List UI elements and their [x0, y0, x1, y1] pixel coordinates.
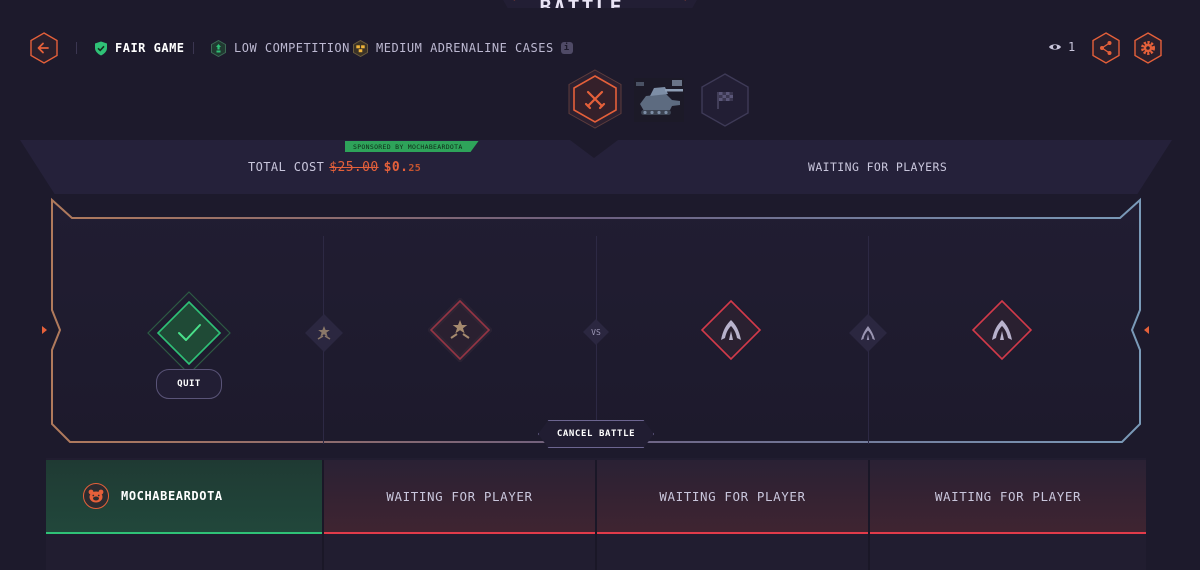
competition-tag[interactable]: LOW COMPETITION	[210, 38, 350, 58]
sponsor-badge: SPONSORED BY MOCHABEARDOTA	[345, 141, 479, 152]
page-title-banner: / CASE BATTLE \	[495, 0, 705, 8]
team-b-divider-badge	[849, 314, 887, 352]
new-price-dollars: $0.	[383, 160, 409, 175]
battle-status: WAITING FOR PLAYERS	[808, 160, 948, 174]
vs-label: VS	[591, 327, 601, 337]
fair-game-label: FAIR GAME	[115, 41, 185, 55]
settings-button[interactable]	[1132, 32, 1164, 64]
competition-icon	[211, 39, 226, 57]
share-icon	[1100, 41, 1112, 55]
adrenaline-tag[interactable]: MEDIUM ADRENALINE CASES i	[352, 38, 573, 58]
player-waiting-label: WAITING FOR PLAYER	[659, 488, 806, 504]
old-price: $25.00	[329, 160, 379, 175]
shield-check-icon	[95, 41, 107, 55]
player-name: MOCHABEARDOTA	[121, 489, 223, 503]
title-deco-right: \	[679, 0, 687, 3]
avatar	[83, 483, 109, 509]
fair-game-tag[interactable]: FAIR GAME	[94, 38, 185, 58]
player-card-2[interactable]: WAITING FOR PLAYER	[324, 460, 595, 534]
competition-label: LOW COMPETITION	[234, 41, 350, 55]
share-button[interactable]	[1090, 32, 1122, 64]
viewer-count: 1	[1048, 40, 1075, 54]
round-swords-button[interactable]	[566, 69, 624, 129]
crossed-swords-icon	[584, 90, 606, 110]
back-button[interactable]	[28, 32, 60, 64]
viewer-count-value: 1	[1068, 40, 1076, 54]
adrenaline-label: MEDIUM ADRENALINE CASES	[376, 41, 554, 55]
eye-icon	[1049, 44, 1061, 50]
title-deco-left: /	[513, 0, 521, 3]
cases-icon	[353, 39, 368, 57]
player-card-1[interactable]: MOCHABEARDOTA	[46, 460, 322, 534]
team-a-divider-badge	[305, 314, 343, 352]
info-icon[interactable]: i	[560, 42, 573, 54]
empty-slot-t[interactable]	[428, 298, 492, 362]
bear-avatar-icon	[88, 489, 104, 503]
header-divider	[76, 42, 77, 54]
player-card-4[interactable]: WAITING FOR PLAYER	[870, 460, 1146, 534]
page-title: CASE BATTLE	[539, 0, 624, 19]
cancel-battle-button[interactable]: CANCEL BATTLE	[538, 420, 654, 448]
tank-case-icon	[634, 78, 684, 122]
player-ready-slot	[147, 291, 231, 375]
new-price-cents: 25	[408, 163, 422, 174]
empty-slot-ct-1[interactable]	[699, 298, 763, 362]
gear-icon	[1141, 41, 1155, 55]
right-arrow-icon	[1144, 326, 1149, 334]
checkered-flag-icon	[717, 92, 733, 109]
arrow-left-icon	[37, 42, 49, 54]
header-divider	[193, 42, 194, 54]
total-cost: TOTAL COST $25.00 $0.25	[248, 160, 421, 175]
new-price: $0.25	[384, 160, 422, 175]
case-image[interactable]	[632, 74, 686, 126]
round-finish-button[interactable]	[699, 72, 751, 128]
player-card-3[interactable]: WAITING FOR PLAYER	[597, 460, 868, 534]
empty-slot-ct-2[interactable]	[970, 298, 1034, 362]
left-arrow-icon	[42, 326, 47, 334]
player-waiting-label: WAITING FOR PLAYER	[386, 488, 533, 504]
player-waiting-label: WAITING FOR PLAYER	[934, 488, 1082, 504]
quit-button[interactable]: QUIT	[156, 369, 222, 399]
total-cost-label: TOTAL COST	[248, 160, 325, 174]
